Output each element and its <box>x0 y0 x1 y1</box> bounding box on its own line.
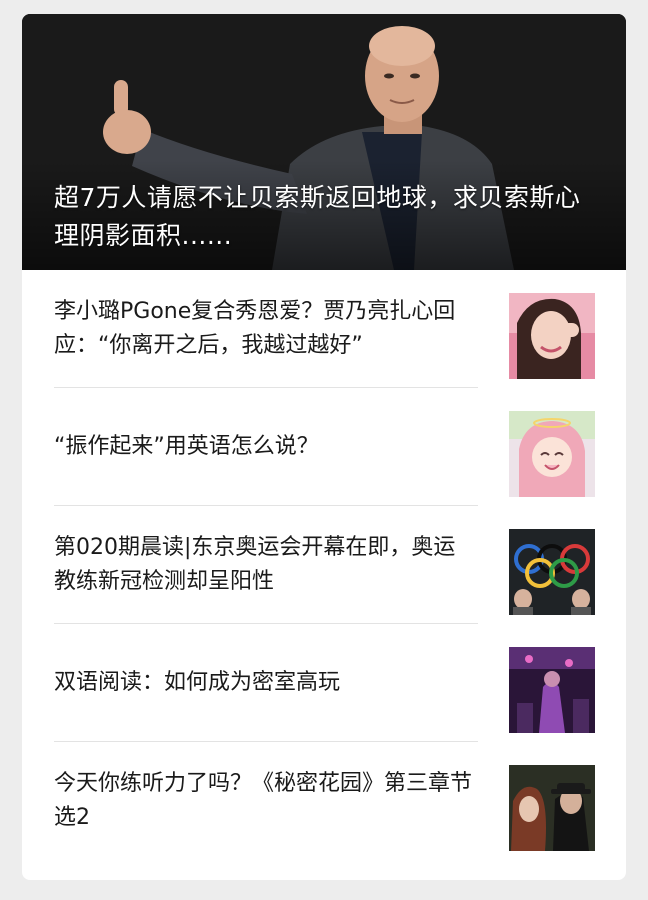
article-title: 李小璐PGone复合秀恩爱？贾乃亮扎心回应：“你离开之后，我越过越好” <box>54 299 456 358</box>
list-item[interactable]: “振作起来”用英语怎么说？ <box>22 388 626 506</box>
article-thumbnail <box>509 411 595 497</box>
list-item[interactable]: 第020期晨读|东京奥运会开幕在即，奥运教练新冠检测却呈阳性 <box>22 506 626 624</box>
article-thumbnail <box>509 293 595 379</box>
article-feed-card: 超7万人请愿不让贝索斯返回地球，求贝索斯心理阴影面积...... 李小璐PGon… <box>22 14 626 880</box>
article-title: “振作起来”用英语怎么说？ <box>54 434 319 459</box>
article-title: 今天你练听力了吗？《秘密花园》第三章节选2 <box>54 771 473 830</box>
article-thumbnail <box>509 647 595 733</box>
list-item[interactable]: 今天你练听力了吗？《秘密花园》第三章节选2 <box>22 742 626 860</box>
list-item[interactable]: 李小璐PGone复合秀恩爱？贾乃亮扎心回应：“你离开之后，我越过越好” <box>22 270 626 388</box>
hero-title: 超7万人请愿不让贝索斯返回地球，求贝索斯心理阴影面积...... <box>54 183 581 250</box>
article-thumbnail <box>509 529 595 615</box>
article-title: 第020期晨读|东京奥运会开幕在即，奥运教练新冠检测却呈阳性 <box>54 535 456 594</box>
hero-article[interactable]: 超7万人请愿不让贝索斯返回地球，求贝索斯心理阴影面积...... <box>22 14 626 270</box>
article-list: 李小璐PGone复合秀恩爱？贾乃亮扎心回应：“你离开之后，我越过越好” “振作起… <box>22 270 626 860</box>
article-thumbnail <box>509 765 595 851</box>
list-item[interactable]: 双语阅读：如何成为密室高玩 <box>22 624 626 742</box>
article-title: 双语阅读：如何成为密室高玩 <box>54 670 341 695</box>
